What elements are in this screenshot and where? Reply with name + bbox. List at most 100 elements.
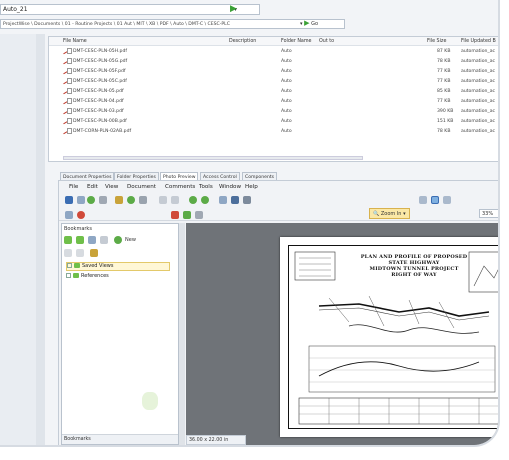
go-arrow-icon[interactable]: ▶ bbox=[230, 4, 237, 14]
stop-icon[interactable] bbox=[77, 211, 85, 219]
updated-by-cell: automation_ac bbox=[461, 79, 496, 84]
pane-collapse-strip[interactable] bbox=[36, 34, 45, 445]
file-size-cell: 78 KB bbox=[437, 129, 451, 134]
bookmarks-pane: Bookmarks New Saved Views References Boo… bbox=[61, 223, 179, 445]
file-name-cell: DMT-CORN-PLN-02AB.pdf bbox=[73, 129, 132, 134]
snapshot-icon[interactable] bbox=[139, 196, 147, 204]
save-icon[interactable] bbox=[65, 196, 73, 204]
document-area: PLAN AND PROFILE OF PROPOSED STATE HIGHW… bbox=[186, 223, 498, 445]
delete-icon[interactable] bbox=[100, 236, 108, 244]
expand-icon[interactable] bbox=[67, 263, 72, 268]
bookmarks-footer-label[interactable]: Bookmarks bbox=[64, 437, 91, 442]
file-list: File Name Description Folder Name Out to… bbox=[48, 36, 498, 162]
table-row[interactable]: DMT-CESC-PLN-05H.pdf Auto 87 KB automation_… bbox=[49, 47, 498, 56]
highlight-icon[interactable] bbox=[171, 211, 179, 219]
menu-comments[interactable]: Comments bbox=[165, 184, 195, 190]
file-size-cell: 151 KB bbox=[437, 119, 454, 124]
file-name-cell: DMT-CESC-PLN-05C.pdf bbox=[73, 79, 127, 84]
zoom-out-icon[interactable] bbox=[219, 196, 227, 204]
move-down-icon[interactable] bbox=[76, 249, 84, 257]
file-size-cell: 78 KB bbox=[437, 59, 451, 64]
search-icon[interactable] bbox=[88, 236, 96, 244]
menu-edit[interactable]: Edit bbox=[87, 184, 98, 190]
address-bar[interactable]: ProjectWise \ Documents \ 01 - Routine P… bbox=[0, 19, 345, 29]
actual-size-icon[interactable] bbox=[443, 196, 451, 204]
new-bookmark-icon[interactable] bbox=[114, 236, 122, 244]
menu-help[interactable]: Help bbox=[245, 184, 258, 190]
email-icon[interactable] bbox=[87, 196, 95, 204]
secondary-toolbar bbox=[59, 209, 498, 221]
bookmark-item-saved-views[interactable]: Saved Views bbox=[66, 262, 170, 271]
file-name-cell: DMT-CESC-PLN-05F.pdf bbox=[73, 69, 126, 74]
table-row[interactable]: DMT-CESC-PLN-05G.pdf Auto 78 KB automation_… bbox=[49, 57, 498, 66]
folder-name-cell: Auto bbox=[281, 59, 292, 64]
table-row[interactable]: DMT-CORN-PLN-02AB.pdf Auto 78 KB automation… bbox=[49, 127, 498, 136]
column-header-file-size[interactable]: File Size bbox=[427, 39, 446, 44]
table-row[interactable]: DMT-CESC-PLN-03.pdf Auto 390 KB automation_… bbox=[49, 107, 498, 116]
column-header-updated-by[interactable]: File Updated B bbox=[461, 39, 496, 44]
go-button[interactable]: ▾ ▶ Go bbox=[300, 19, 318, 27]
column-header-out-to[interactable]: Out to bbox=[319, 39, 334, 44]
table-row[interactable]: DMT-CESC-PLN-05C.pdf Auto 77 KB automation_… bbox=[49, 77, 498, 86]
folder-name-cell: Auto bbox=[281, 89, 292, 94]
table-row[interactable]: DMT-CESC-PLN-05F.pdf Auto 77 KB automation_… bbox=[49, 67, 498, 76]
menu-document[interactable]: Document bbox=[127, 184, 156, 190]
file-size-cell: 85 KB bbox=[437, 89, 451, 94]
expand-icon[interactable] bbox=[66, 273, 71, 278]
menu-file[interactable]: File bbox=[69, 184, 78, 190]
expand-all-icon[interactable] bbox=[64, 236, 72, 244]
rotate-left-icon[interactable] bbox=[189, 196, 197, 204]
updated-by-cell: automation_ac bbox=[461, 59, 496, 64]
bookmarks-toolbar-secondary bbox=[64, 247, 176, 257]
fit-page-icon[interactable] bbox=[419, 196, 427, 204]
redo-icon[interactable] bbox=[171, 196, 179, 204]
column-header-description[interactable]: Description bbox=[229, 39, 256, 44]
hand-tool-icon[interactable] bbox=[115, 196, 123, 204]
move-up-icon[interactable] bbox=[64, 249, 72, 257]
bookmarks-toolbar: New bbox=[64, 234, 176, 246]
folder-tree-pane bbox=[0, 34, 45, 445]
select-tool-icon[interactable] bbox=[127, 196, 135, 204]
new-bookmark-label[interactable]: New bbox=[125, 237, 136, 243]
pdf-file-icon bbox=[63, 78, 72, 84]
menu-bar: File Edit View Document Comments Tools W… bbox=[59, 181, 498, 193]
file-name-cell: DMT-CESC-PLN-04.pdf bbox=[73, 99, 124, 104]
page-size-indicator: 36.00 x 22.00 in bbox=[186, 435, 246, 445]
properties-icon[interactable] bbox=[90, 249, 98, 257]
collapse-all-icon[interactable] bbox=[76, 236, 84, 244]
stamp-icon[interactable] bbox=[195, 211, 203, 219]
undo-icon[interactable] bbox=[159, 196, 167, 204]
print-icon[interactable] bbox=[77, 196, 85, 204]
column-header-folder-name[interactable]: Folder Name bbox=[281, 39, 312, 44]
folder-name-cell: Auto bbox=[281, 119, 292, 124]
table-row[interactable]: DMT-CESC-PLN-05.pdf Auto 85 KB automation_a… bbox=[49, 87, 498, 96]
pdf-file-icon bbox=[63, 48, 72, 54]
sign-icon[interactable] bbox=[183, 211, 191, 219]
file-size-cell: 390 KB bbox=[437, 109, 454, 114]
zoom-tool-icon[interactable] bbox=[231, 196, 239, 204]
marquee-zoom-icon[interactable] bbox=[243, 196, 251, 204]
pan-icon[interactable] bbox=[65, 211, 73, 219]
menu-tools[interactable]: Tools bbox=[199, 184, 213, 190]
menu-view[interactable]: View bbox=[105, 184, 118, 190]
pdf-file-icon bbox=[63, 128, 72, 134]
column-header-file-name[interactable]: File Name bbox=[63, 39, 87, 44]
fit-width-icon[interactable] bbox=[431, 196, 439, 204]
menu-window[interactable]: Window bbox=[219, 184, 241, 190]
horizontal-scrollbar[interactable] bbox=[63, 156, 363, 160]
bookmark-item-references[interactable]: References bbox=[66, 273, 109, 282]
engineering-drawing bbox=[294, 251, 498, 425]
updated-by-cell: automation_ac bbox=[461, 89, 496, 94]
watermark-icon bbox=[142, 392, 158, 410]
bookmarks-footer: Bookmarks bbox=[62, 434, 178, 444]
table-row[interactable]: DMT-CESC-PLN-00B.pdf Auto 151 KB automation… bbox=[49, 117, 498, 126]
pane-splitter[interactable] bbox=[179, 223, 185, 445]
go-arrow-icon: ▶ bbox=[304, 19, 310, 27]
find-icon[interactable] bbox=[99, 196, 107, 204]
file-name-cell: DMT-CESC-PLN-03.pdf bbox=[73, 109, 124, 114]
rotate-right-icon[interactable] bbox=[201, 196, 209, 204]
table-row[interactable]: DMT-CESC-PLN-04.pdf Auto 77 KB automation_a… bbox=[49, 97, 498, 106]
path-combo[interactable]: Auto_21 ▾ bbox=[0, 4, 260, 15]
file-size-cell: 77 KB bbox=[437, 79, 451, 84]
file-name-cell: DMT-CESC-PLN-05H.pdf bbox=[73, 49, 127, 54]
